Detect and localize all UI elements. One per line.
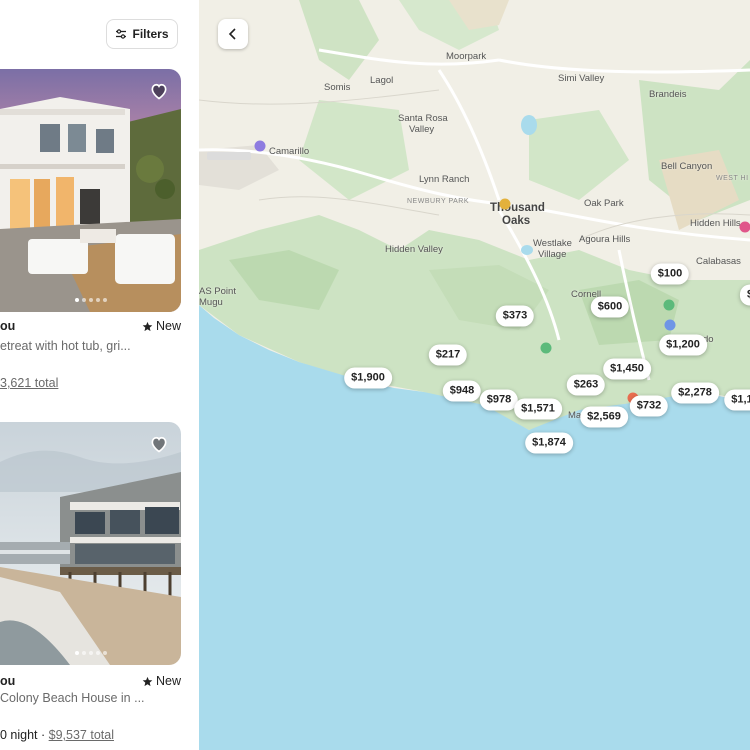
listing-price: 3,621 total — [0, 376, 58, 390]
chevron-left-icon — [228, 28, 236, 40]
beach-house-photo-image — [0, 422, 181, 665]
photo-carousel-dots — [0, 298, 181, 302]
place-label: WEST HI — [716, 175, 749, 182]
listing-host: ou — [0, 319, 16, 333]
house-photo-image — [0, 69, 181, 312]
map-terrain — [199, 0, 750, 430]
price-pin[interactable]: $100 — [650, 263, 690, 285]
price-pin[interactable]: $600 — [590, 296, 630, 318]
new-badge-label: New — [155, 674, 181, 688]
place-label: Lagol — [370, 75, 394, 86]
photo-carousel-dots — [0, 651, 181, 655]
carousel-dot — [102, 298, 107, 302]
price-pin[interactable]: $2,278 — [671, 382, 719, 404]
price-pin[interactable]: $2,569 — [580, 406, 628, 428]
place-label: Village — [538, 249, 567, 260]
star-icon — [142, 676, 153, 686]
listing-card[interactable]: ou New Colony Beach House in ... 0 night… — [0, 422, 181, 750]
new-badge-label: New — [155, 319, 181, 333]
carousel-dot — [88, 298, 93, 302]
heart-icon[interactable] — [149, 81, 169, 101]
filters-label: Filters — [132, 27, 169, 41]
place-label: Santa Rosa — [398, 113, 448, 124]
carousel-dot — [88, 651, 93, 655]
price-pin[interactable]: $1,18 — [724, 389, 750, 411]
price-pin[interactable]: $217 — [428, 344, 468, 366]
carousel-dot — [74, 298, 79, 302]
listing-description: etreat with hot tub, gri... — [0, 339, 131, 353]
price-pin[interactable]: $1,874 — [525, 432, 573, 454]
carousel-dot — [81, 651, 86, 655]
new-badge: New — [142, 319, 181, 333]
star-icon — [142, 321, 153, 331]
place-label: Brandeis — [649, 89, 687, 100]
price-pin[interactable]: $978 — [479, 389, 519, 411]
price-night: 0 night · — [0, 728, 49, 742]
poi-marker-icon[interactable] — [664, 319, 676, 331]
price-total-link[interactable]: 3,621 total — [0, 376, 58, 390]
poi-marker-icon[interactable] — [499, 198, 511, 210]
price-pin[interactable]: $1,200 — [659, 334, 707, 356]
place-label: Lynn Ranch — [419, 174, 470, 185]
place-label: Simi Valley — [558, 73, 605, 84]
price-pin[interactable]: $373 — [495, 305, 535, 327]
price-pin[interactable]: $732 — [629, 395, 669, 417]
place-label: Oak Park — [584, 198, 624, 209]
price-pin[interactable]: $1,900 — [344, 367, 392, 389]
listing-description: Colony Beach House in ... — [0, 691, 145, 705]
carousel-dot — [95, 298, 100, 302]
place-label: Agoura Hills — [579, 234, 631, 245]
place-label: AS Point — [199, 286, 236, 297]
place-label: Hidden Valley — [385, 244, 443, 255]
heart-icon[interactable] — [149, 434, 169, 454]
poi-marker-icon[interactable] — [739, 221, 750, 233]
carousel-dot — [102, 651, 107, 655]
place-label: Calabasas — [696, 256, 741, 267]
listing-panel: Filters ou New etreat with hot tub, gri.… — [0, 0, 199, 750]
listing-photo[interactable] — [0, 69, 181, 312]
price-total-link[interactable]: $9,537 total — [49, 728, 114, 742]
poi-marker-icon[interactable] — [254, 140, 266, 152]
poi-marker-icon[interactable] — [540, 342, 552, 354]
place-label: NEWBURY PARK — [407, 198, 470, 205]
place-label: Westlake — [533, 238, 572, 249]
listing-card[interactable]: ou New etreat with hot tub, gri... 3,621… — [0, 69, 181, 399]
sliders-icon — [116, 29, 127, 39]
filters-button[interactable]: Filters — [106, 19, 178, 49]
place-label: Camarillo — [269, 146, 310, 157]
carousel-dot — [81, 298, 86, 302]
place-label: Bell Canyon — [661, 161, 713, 172]
listing-host: ou — [0, 674, 16, 688]
place-label: Mugu — [199, 297, 223, 308]
listing-price: 0 night · $9,537 total — [0, 728, 114, 742]
place-label-major: Oaks — [502, 215, 531, 227]
price-pin[interactable]: $1,571 — [514, 398, 562, 420]
place-label: Somis — [324, 82, 351, 93]
back-button[interactable] — [218, 19, 248, 49]
place-label: Valley — [409, 124, 435, 135]
place-label-major: Thousand — [490, 202, 545, 214]
price-pin[interactable]: $1,450 — [603, 358, 651, 380]
poi-marker-icon[interactable] — [663, 299, 675, 311]
price-pin[interactable]: $948 — [442, 380, 482, 402]
listing-photo[interactable] — [0, 422, 181, 665]
price-pin[interactable]: $263 — [566, 374, 606, 396]
place-label: Moorpark — [446, 51, 487, 62]
carousel-dot — [74, 651, 79, 655]
place-label: Hidden Hills — [690, 218, 741, 229]
map-view[interactable]: Moorpark Simi Valley Lagol Somis Brandei… — [199, 0, 750, 750]
new-badge: New — [142, 674, 181, 688]
carousel-dot — [95, 651, 100, 655]
